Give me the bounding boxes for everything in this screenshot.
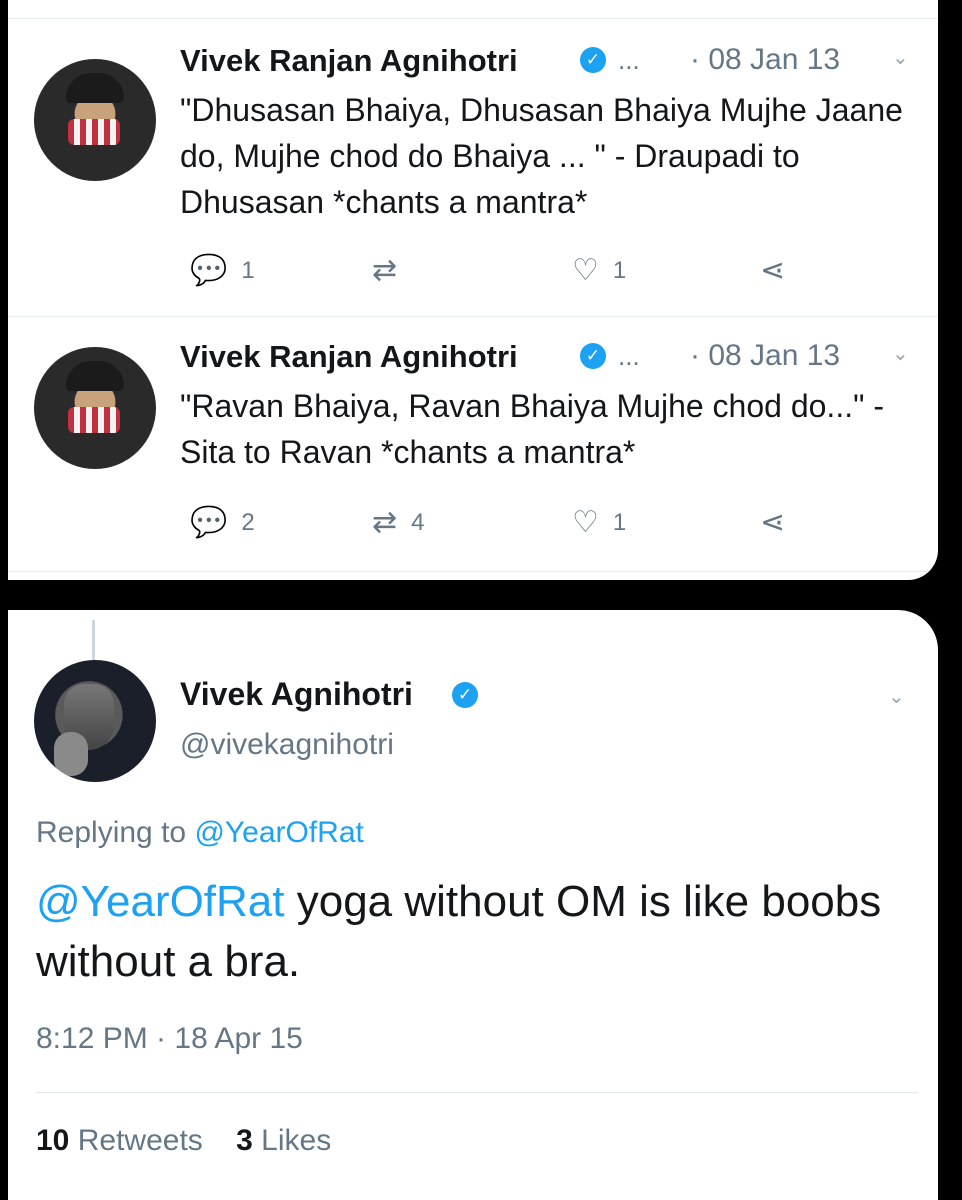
tweet-actions: 💬 1 ⇄ ♡ 1 ⋖ <box>180 253 920 293</box>
reply-count: 2 <box>241 508 255 536</box>
tweet-header: Vivek Ranjan Agnihotri ✓ ... · 08 Jan 13… <box>180 43 920 83</box>
tweet-thread-panel: Vivek Ranjan Agnihotri ✓ ... · 08 Jan 13… <box>8 0 938 580</box>
like-button[interactable]: ♡ 1 <box>572 505 626 540</box>
like-count: 1 <box>612 508 627 536</box>
tweet-text: "Dhusasan Bhaiya, Dhusasan Bhaiya Mujhe … <box>180 92 903 220</box>
replying-prefix: Replying to <box>36 816 187 849</box>
retweet-button[interactable]: ⇄ <box>372 253 411 288</box>
name-truncation: ... <box>618 341 640 371</box>
like-count: 1 <box>612 256 627 284</box>
retweet-icon: ⇄ <box>372 254 398 287</box>
divider <box>36 1092 918 1093</box>
tweet-timestamp[interactable]: 8:12 PM · 18 Apr 15 <box>36 1022 303 1056</box>
share-icon: ⋖ <box>760 506 786 539</box>
likes-count[interactable]: 3 <box>236 1124 253 1157</box>
main-tweet-panel: Vivek Agnihotri ✓ ⌄ @vivekagnihotri Repl… <box>8 610 938 1200</box>
reply-button[interactable]: 💬 1 <box>190 253 255 288</box>
verified-badge-icon: ✓ <box>452 682 478 708</box>
avatar[interactable] <box>34 660 156 782</box>
tweet-actions: 💬 2 ⇄ 4 ♡ 1 ⋖ <box>180 505 920 545</box>
author-name[interactable]: Vivek Agnihotri <box>180 676 413 713</box>
retweet-button[interactable]: ⇄ 4 <box>372 505 425 540</box>
author-name[interactable]: Vivek Ranjan Agnihotri <box>180 43 518 79</box>
reply-button[interactable]: 💬 2 <box>190 505 255 540</box>
reply-icon: 💬 <box>190 254 228 287</box>
tweet-text: @YearOfRat yoga without OM is like boobs… <box>36 872 916 992</box>
author-name[interactable]: Vivek Ranjan Agnihotri <box>180 339 518 375</box>
tweet-item[interactable]: Vivek Ranjan Agnihotri ✓ ... · 08 Jan 13… <box>8 18 938 317</box>
tweet-header: Vivek Ranjan Agnihotri ✓ ... · 08 Jan 13… <box>180 339 920 379</box>
retweet-icon: ⇄ <box>372 506 398 539</box>
chevron-down-icon[interactable]: ⌄ <box>888 684 905 709</box>
tweet-stats: 10 Retweets 3 Likes <box>36 1124 331 1158</box>
replying-to: Replying to @YearOfRat <box>36 816 364 850</box>
tweet-date[interactable]: · 08 Jan 13 <box>690 339 840 373</box>
retweet-count: 4 <box>411 508 425 536</box>
share-button[interactable]: ⋖ <box>760 505 799 540</box>
avatar[interactable] <box>34 347 156 469</box>
verified-badge-icon: ✓ <box>580 343 606 369</box>
reply-count: 1 <box>241 256 255 284</box>
chevron-down-icon[interactable]: ⌄ <box>892 45 909 70</box>
avatar[interactable] <box>34 59 156 181</box>
heart-icon: ♡ <box>572 506 599 539</box>
retweets-label[interactable]: Retweets <box>78 1124 203 1157</box>
share-icon: ⋖ <box>760 254 786 287</box>
author-handle[interactable]: @vivekagnihotri <box>180 728 394 762</box>
tweet-text: "Ravan Bhaiya, Ravan Bhaiya Mujhe chod d… <box>180 388 884 470</box>
heart-icon: ♡ <box>572 254 599 287</box>
thread-connector <box>92 620 95 660</box>
replying-to-link[interactable]: @YearOfRat <box>194 816 363 849</box>
verified-badge-icon: ✓ <box>580 47 606 73</box>
like-button[interactable]: ♡ 1 <box>572 253 626 288</box>
mention-link[interactable]: @YearOfRat <box>36 877 285 926</box>
likes-label[interactable]: Likes <box>261 1124 331 1157</box>
share-button[interactable]: ⋖ <box>760 253 799 288</box>
name-truncation: ... <box>618 45 640 75</box>
chevron-down-icon[interactable]: ⌄ <box>892 341 909 366</box>
reply-icon: 💬 <box>190 506 228 539</box>
retweets-count[interactable]: 10 <box>36 1124 69 1157</box>
tweet-item[interactable]: Vivek Ranjan Agnihotri ✓ ... · 08 Jan 13… <box>8 316 938 572</box>
tweet-date[interactable]: · 08 Jan 13 <box>690 43 840 77</box>
